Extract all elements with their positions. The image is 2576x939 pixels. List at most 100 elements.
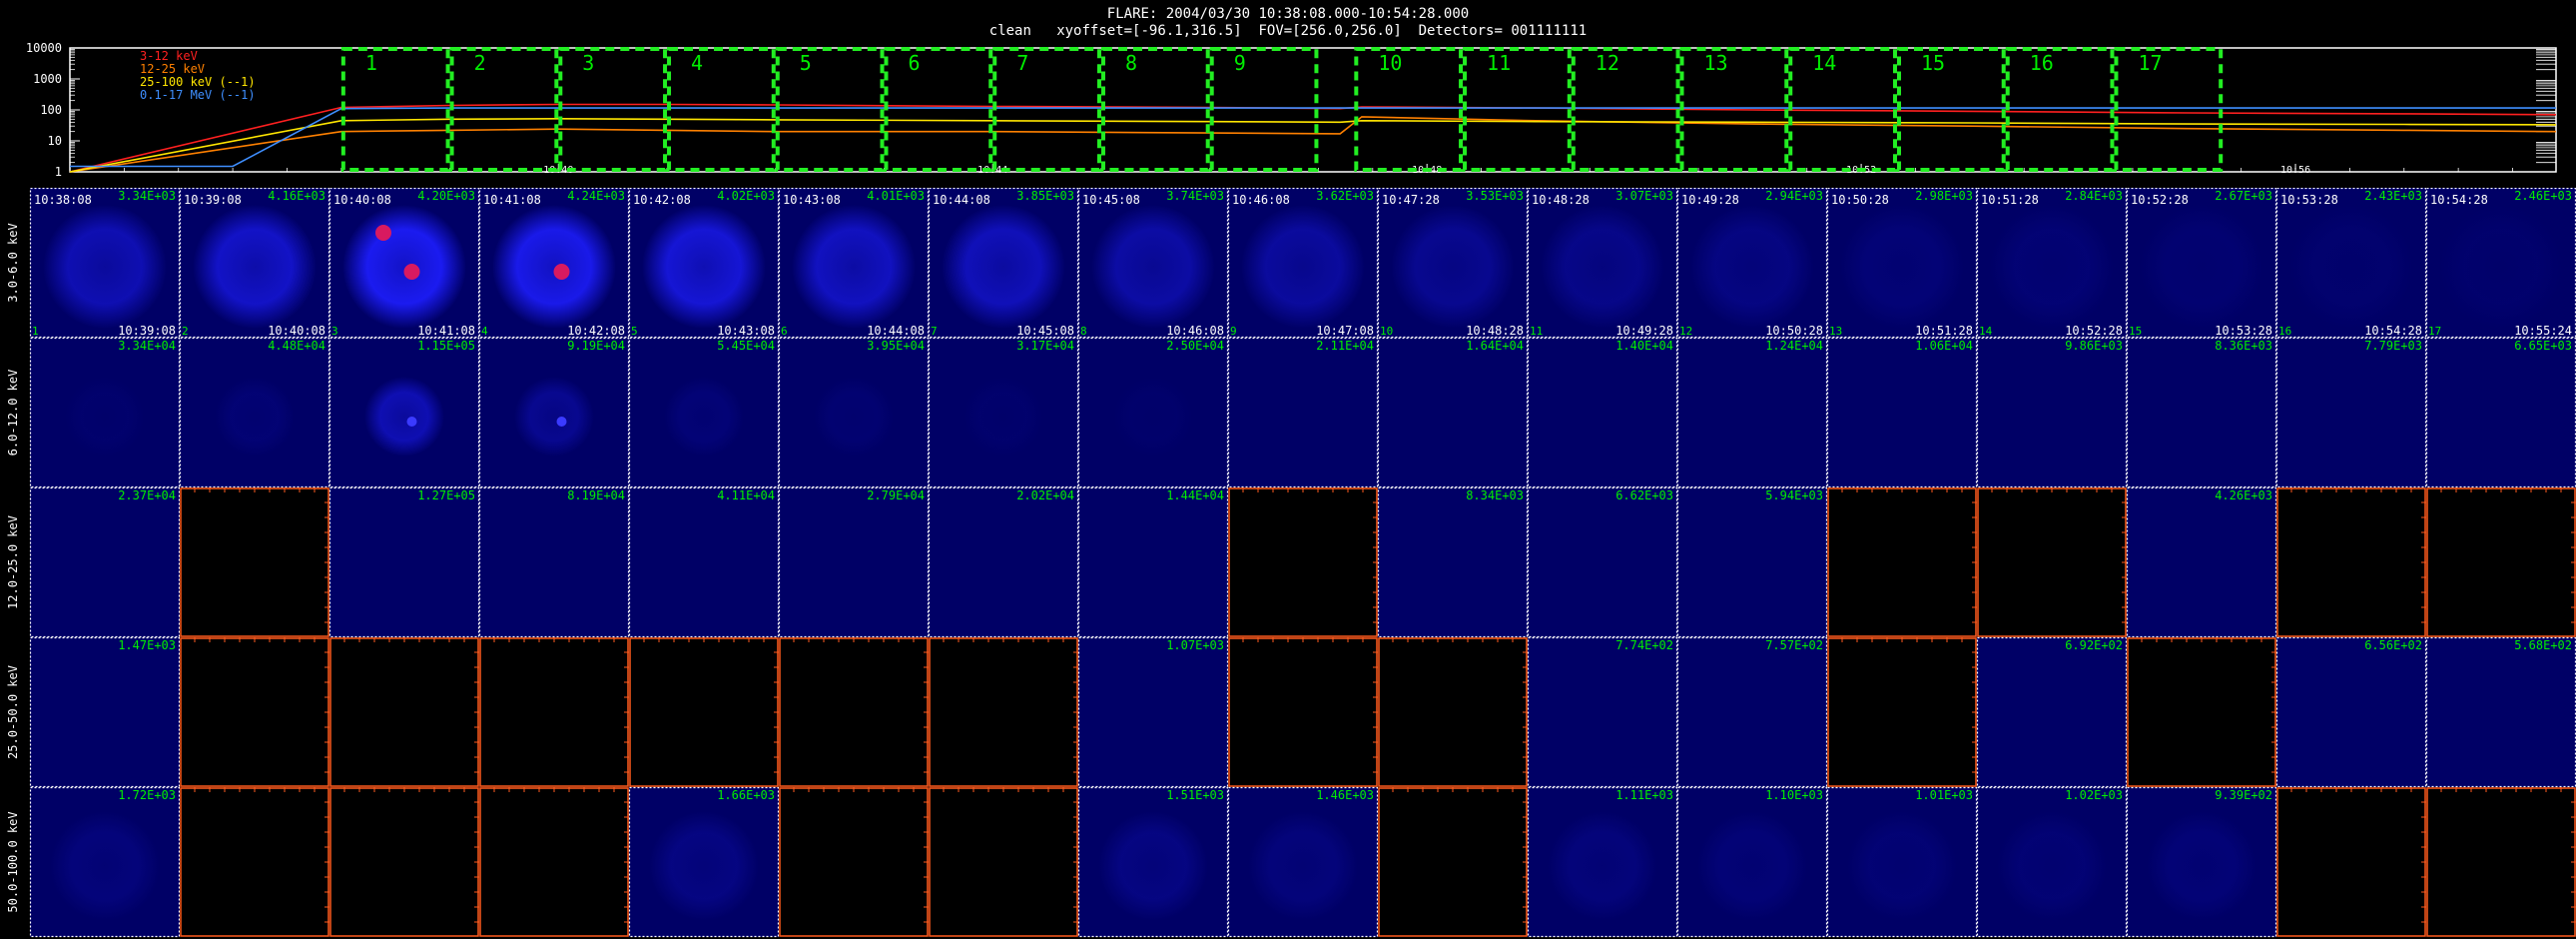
peak-value: 5.94E+03	[1765, 488, 1823, 502]
image-cell	[2276, 787, 2426, 937]
image-cell	[1977, 487, 2127, 637]
peak-value: 9.39E+02	[2215, 788, 2272, 802]
peak-value: 2.84E+03	[2065, 189, 2123, 203]
peak-value: 2.11E+04	[1316, 339, 1374, 353]
time-end: 10:39:08	[118, 324, 176, 338]
interval-index: 5	[631, 325, 638, 338]
peak-value: 7.74E+02	[1615, 638, 1673, 652]
source-blob	[2147, 811, 2256, 921]
source-blob	[193, 205, 317, 329]
peak-value: 4.48E+04	[268, 339, 325, 353]
image-cell: 7.57E+02	[1676, 636, 1828, 788]
image-panel	[1078, 487, 1228, 637]
y-tick-label: 100	[40, 103, 62, 117]
interval-index: 1	[32, 325, 39, 338]
interval-box	[667, 47, 776, 172]
source-blob	[1548, 811, 1657, 921]
source-blob	[1098, 811, 1208, 921]
image-cell	[2426, 787, 2576, 937]
image-cell: 1.10E+03	[1676, 786, 1828, 938]
source-blob	[1697, 811, 1807, 921]
source-peak	[406, 417, 417, 427]
interval-index: 14	[1979, 325, 1993, 338]
image-cell: 1.07E+03	[1077, 636, 1229, 788]
empty-panel	[329, 787, 479, 937]
interval-index: 15	[2129, 325, 2142, 338]
empty-panel	[479, 787, 629, 937]
source-blob	[964, 377, 1043, 457]
interval-number: 10	[1378, 51, 1402, 75]
source-blob	[792, 205, 916, 329]
empty-panel	[929, 637, 1078, 787]
interval-index: 2	[182, 325, 189, 338]
series-line-1	[69, 116, 2557, 173]
time-end: 10:52:28	[2065, 324, 2123, 338]
time-end: 10:43:08	[717, 324, 775, 338]
peak-value: 3.34E+03	[118, 189, 176, 203]
empty-panel	[1827, 637, 1977, 787]
empty-panel	[2127, 637, 2276, 787]
empty-panel	[180, 487, 329, 637]
interval-box	[449, 47, 559, 172]
image-cell: 4.26E+03	[2126, 486, 2277, 638]
empty-panel	[180, 787, 329, 937]
peak-value: 7.79E+03	[2364, 339, 2422, 353]
source-blob	[65, 377, 145, 457]
image-cell	[479, 637, 629, 787]
peak-value: 5.45E+04	[717, 339, 775, 353]
interval-index: 4	[481, 325, 488, 338]
image-cell: 1.24E+04	[1676, 337, 1828, 488]
image-panel	[1977, 637, 2127, 787]
time-start: 10:43:08	[783, 193, 841, 207]
interval-index: 16	[2278, 325, 2291, 338]
image-cell: 3.95E+04	[778, 337, 930, 488]
interval-number: 7	[1016, 51, 1028, 75]
source-blob	[1241, 205, 1365, 329]
image-panel	[1528, 487, 1677, 637]
legend-entry: 12-25 keV	[140, 62, 205, 76]
image-cell: 2.43E+03 10:53:28 10:54:28 16	[2275, 188, 2427, 339]
interval-number: 6	[909, 51, 921, 75]
interval-index: 8	[1080, 325, 1087, 338]
image-panel	[2426, 338, 2576, 487]
legend-entry: 0.1-17 MeV (--1)	[140, 88, 256, 102]
image-cell	[1228, 487, 1378, 637]
peak-value: 2.67E+03	[2215, 189, 2272, 203]
peak-value: 8.36E+03	[2215, 339, 2272, 353]
time-end: 10:42:08	[567, 324, 625, 338]
time-end: 10:41:08	[417, 324, 475, 338]
image-cell: 2.11E+04	[1227, 337, 1379, 488]
time-start: 10:38:08	[34, 193, 92, 207]
image-panel	[629, 487, 779, 637]
time-start: 10:52:28	[2131, 193, 2189, 207]
image-grid: 3.0-6.0 keV 6.0-12.0 keV 12.0-25.0 keV 25.0…	[0, 188, 2576, 939]
image-cell	[1827, 487, 1977, 637]
time-end: 10:44:08	[867, 324, 925, 338]
peak-value: 1.64E+04	[1466, 339, 1524, 353]
image-panel	[2127, 338, 2276, 487]
row-label: 50.0-100.0 keV	[6, 811, 20, 912]
image-cell: 1.40E+04	[1527, 337, 1678, 488]
interval-box	[1100, 47, 1210, 172]
peak-value: 2.98E+03	[1915, 189, 1973, 203]
image-cell	[329, 637, 479, 787]
interval-box	[992, 47, 1101, 172]
empty-panel	[1378, 637, 1528, 787]
empty-panel	[1378, 787, 1528, 937]
image-cell: 5.68E+02	[2425, 636, 2576, 788]
peak-value: 6.65E+03	[2514, 339, 2572, 353]
interval-number: 15	[1921, 51, 1945, 75]
image-cell: 1.06E+04	[1826, 337, 1978, 488]
peak-value: 8.34E+03	[1466, 488, 1524, 502]
time-start: 10:54:28	[2430, 193, 2488, 207]
lightcurve-frame	[69, 47, 2557, 173]
image-cell	[1827, 637, 1977, 787]
peak-value: 6.62E+03	[1615, 488, 1673, 502]
peak-value: 7.57E+02	[1765, 638, 1823, 652]
legend-entry: 25-100 keV (--1)	[140, 75, 256, 89]
time-start: 10:47:28	[1382, 193, 1440, 207]
row-label: 3.0-6.0 keV	[6, 223, 20, 302]
plot-header: FLARE: 2004/03/30 10:38:08.000-10:54:28.…	[0, 6, 2576, 40]
peak-value: 1.24E+04	[1765, 339, 1823, 353]
interval-number: 9	[1234, 51, 1246, 75]
